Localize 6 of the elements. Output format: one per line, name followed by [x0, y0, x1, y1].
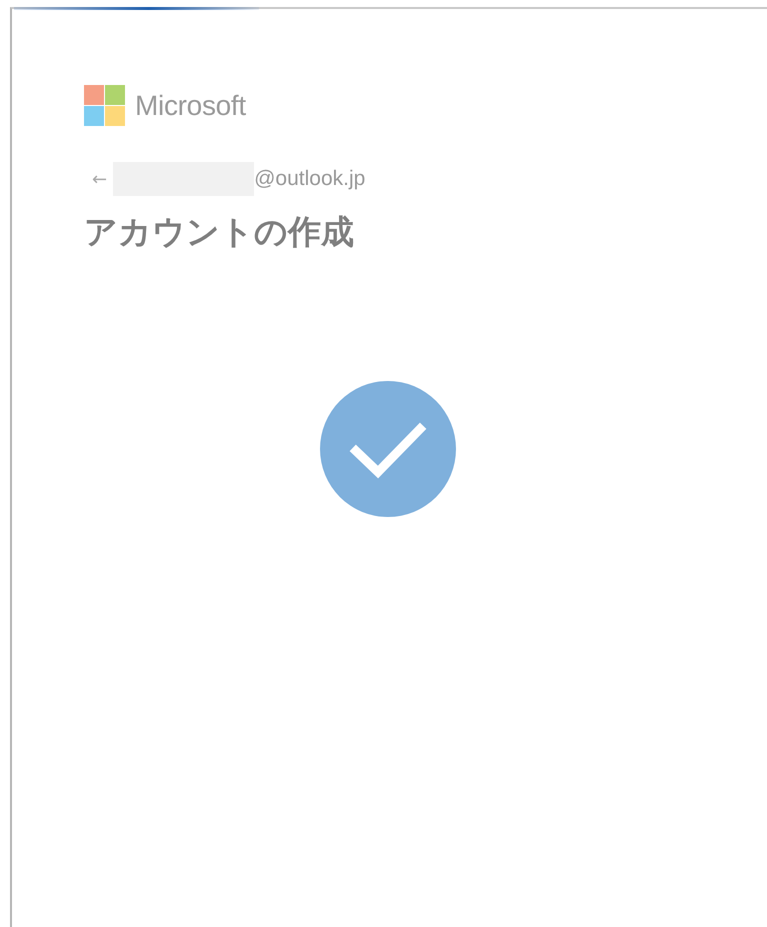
four-squares-logo-icon	[84, 85, 125, 126]
email-address: @outlook.jp	[254, 167, 366, 191]
page-title: アカウントの作成	[84, 211, 355, 253]
brand-name: Microsoft	[135, 90, 246, 122]
check-circle-icon	[320, 381, 456, 517]
back-button[interactable]: ←	[92, 168, 108, 190]
